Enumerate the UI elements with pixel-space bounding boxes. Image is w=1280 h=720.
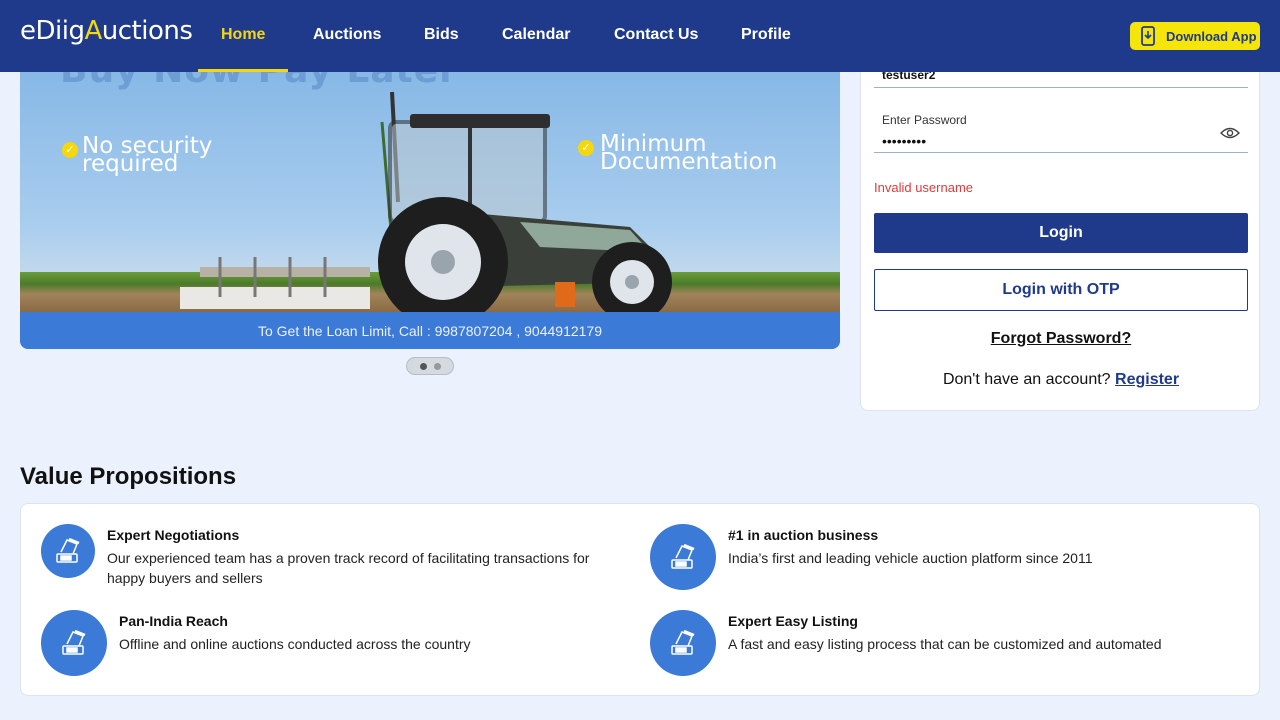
auction-gavel-icon — [41, 610, 107, 676]
auction-gavel-icon — [650, 610, 716, 676]
check-icon: ✓ — [62, 142, 78, 158]
login-error-message: Invalid username — [874, 180, 973, 195]
no-account-text: Don't have an account? — [942, 371, 1111, 388]
nav-active-underline — [198, 69, 288, 72]
vp-title-4: Expert Easy Listing — [728, 613, 858, 629]
nav-auctions[interactable]: Auctions — [313, 26, 381, 44]
value-propositions-heading: Value Propositions — [20, 463, 237, 490]
vp-desc-2: India’s first and leading vehicle auctio… — [728, 550, 1093, 566]
logo-a: A — [84, 16, 102, 46]
download-app-label: Download App — [1166, 28, 1257, 44]
password-value: ••••••••• — [882, 133, 927, 149]
nav-profile[interactable]: Profile — [741, 26, 791, 44]
loan-call-bar: To Get the Loan Limit, Call : 9987807204… — [20, 312, 840, 349]
carousel-dot-2[interactable] — [433, 362, 441, 370]
vp-desc-1-line2: happy buyers and sellers — [107, 570, 263, 586]
vp-title-3: Pan-India Reach — [119, 613, 228, 629]
logo-prefix: eDiig — [20, 16, 85, 46]
auction-gavel-icon — [41, 524, 95, 578]
login-button[interactable]: Login — [874, 213, 1248, 253]
password-label: Enter Password — [882, 113, 967, 127]
register-prompt: Don't have an account? Register — [861, 371, 1261, 389]
auction-gavel-icon — [650, 524, 716, 590]
password-field[interactable]: Enter Password ••••••••• — [874, 113, 1248, 153]
vp-title-1: Expert Negotiations — [107, 527, 240, 543]
phone-download-icon — [1141, 26, 1155, 46]
download-app-button[interactable]: Download App — [1130, 22, 1260, 50]
carousel-dots — [406, 357, 454, 375]
promo-banner: Buy Now Pay Later ✓ No security required… — [20, 72, 840, 349]
register-link[interactable]: Register — [1115, 371, 1179, 388]
ediig-logo[interactable]: eDiig Auctions — [20, 16, 193, 56]
value-propositions-card: Expert Negotiations Our experienced team… — [20, 503, 1260, 696]
top-navbar: eDiig Auctions Home Auctions Bids Calend… — [0, 0, 1280, 72]
tractor-image — [180, 91, 672, 314]
vp-desc-1: Our experienced team has a proven track … — [107, 548, 589, 588]
vp-desc-4: A fast and easy listing process that can… — [728, 636, 1162, 652]
nav-contact-us[interactable]: Contact Us — [614, 26, 698, 44]
carousel-dot-1[interactable] — [419, 362, 427, 370]
login-card: testuser2 Enter Password ••••••••• Inval… — [860, 40, 1260, 411]
nav-bids[interactable]: Bids — [424, 26, 459, 44]
vp-title-2: #1 in auction business — [728, 527, 879, 543]
nav-home[interactable]: Home — [221, 26, 265, 44]
eye-icon[interactable] — [1220, 127, 1240, 139]
nav-calendar[interactable]: Calendar — [502, 26, 570, 44]
vp-desc-3: Offline and online auctions conducted ac… — [119, 636, 471, 652]
forgot-password-link[interactable]: Forgot Password? — [861, 330, 1261, 348]
logo-rest: uctions — [101, 16, 193, 46]
vp-desc-1-line1: Our experienced team has a proven track … — [107, 550, 590, 566]
login-with-otp-button[interactable]: Login with OTP — [874, 269, 1248, 311]
